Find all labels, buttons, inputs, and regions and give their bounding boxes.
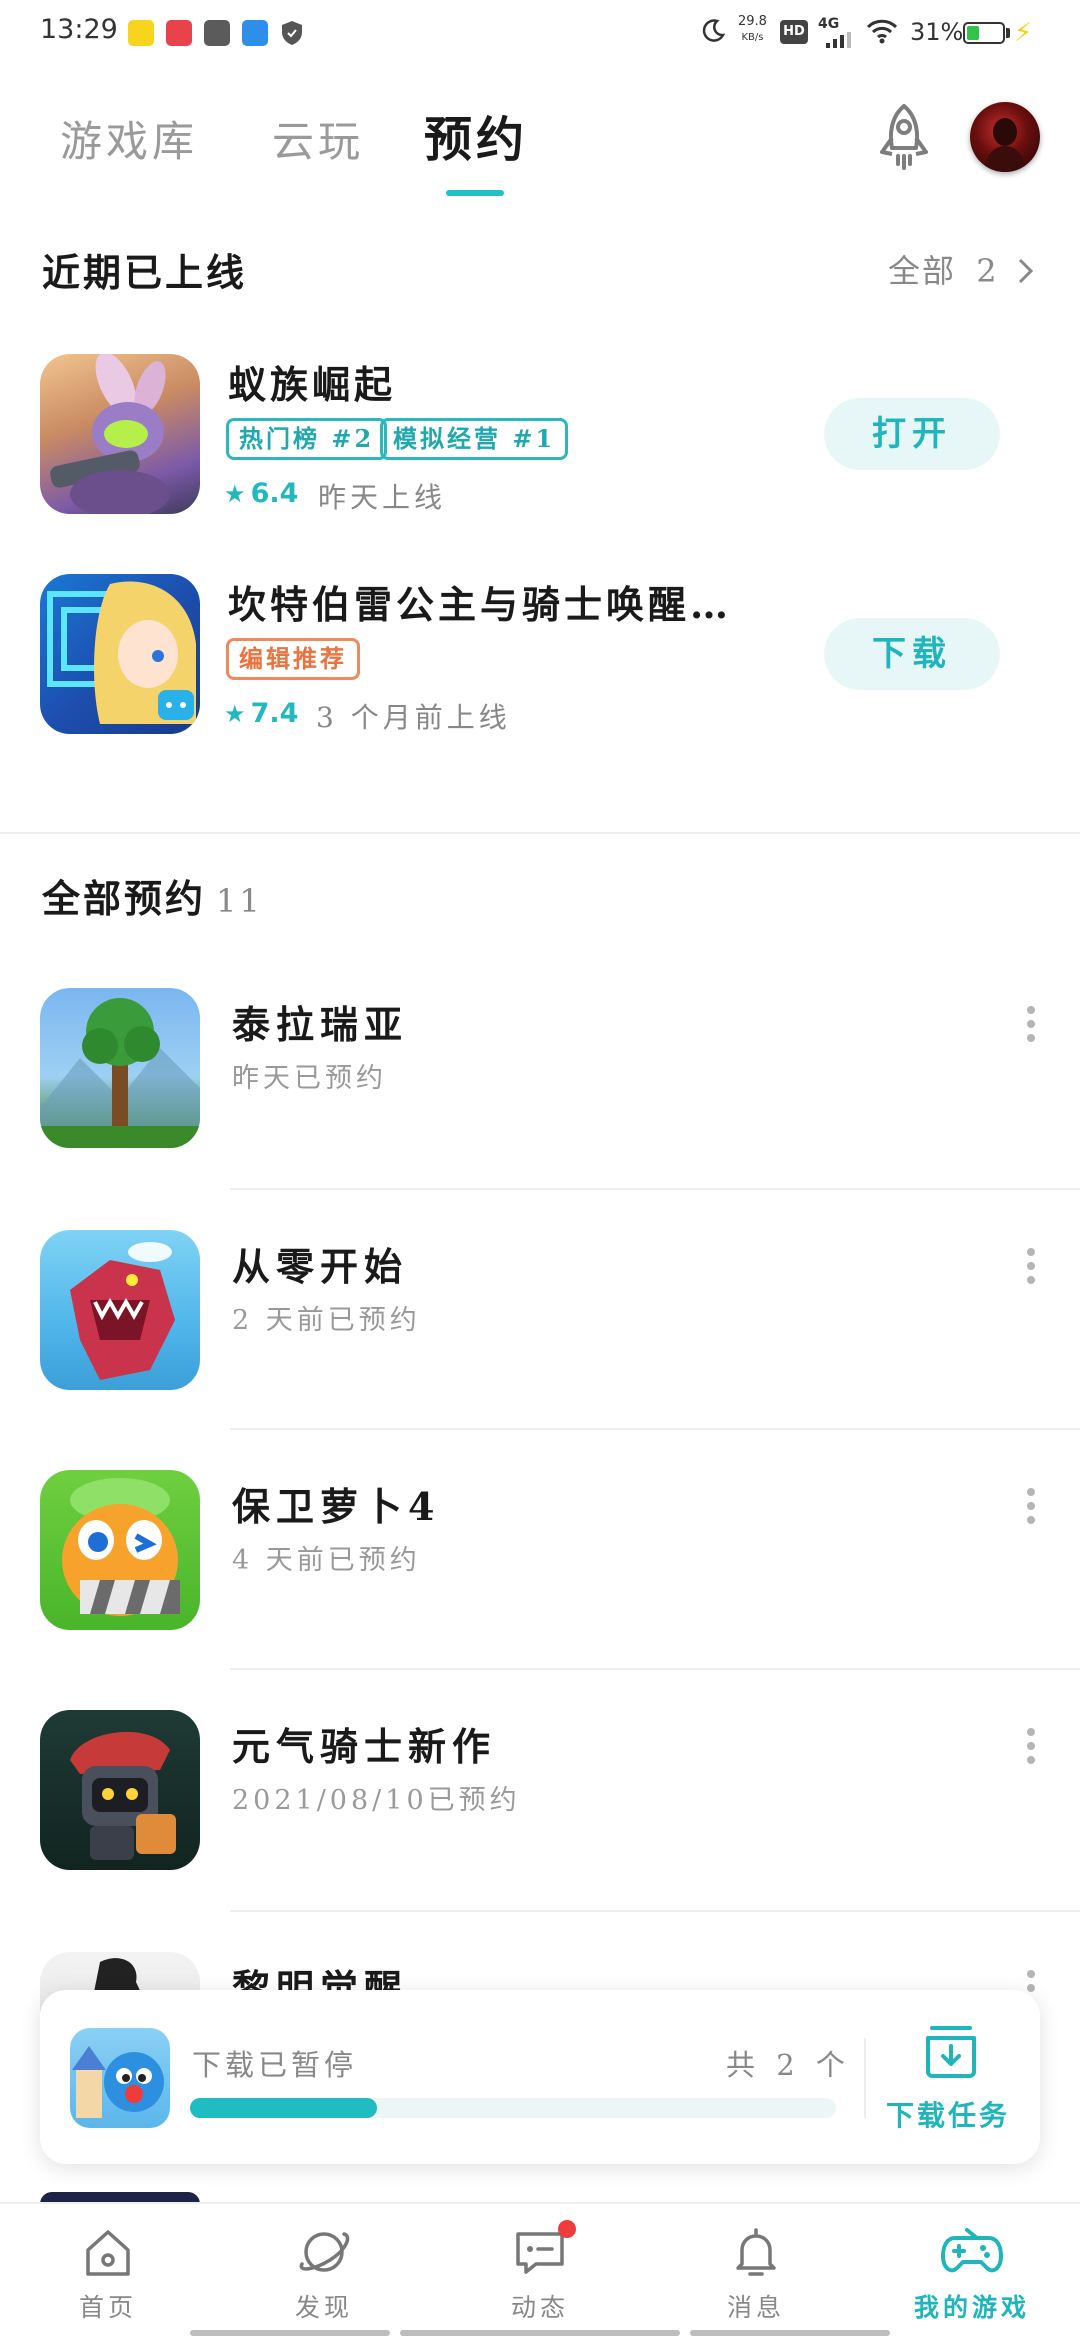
status-bar: 13:29 29.8 KB/s HD 4G 31% ⚡ (0, 0, 1080, 64)
bell-icon (736, 2228, 776, 2276)
nav-label: 首页 (78, 2293, 137, 2322)
list-item[interactable]: 保卫萝卜4 4 天前已预约 (0, 1470, 1080, 1630)
game-icon-soul-knight (40, 1710, 200, 1870)
home-icon (86, 2230, 130, 2276)
tab-cloud-play[interactable]: 云玩 (272, 108, 364, 169)
tag-badge: 热门榜 #2 (226, 418, 388, 460)
more-icon[interactable] (1019, 1728, 1043, 1768)
list-item[interactable]: 泰拉瑞亚 昨天已预约 (0, 988, 1080, 1148)
game-name: 从零开始 (232, 1244, 409, 1289)
game-name: 元气骑士新作 (232, 1724, 497, 1769)
download-count: 共 2 个 (726, 2048, 851, 2082)
notification-heart-icon (166, 20, 192, 46)
download-status: 下载已暂停 (192, 2048, 358, 2082)
chevron-right-icon (1017, 255, 1035, 293)
reserve-time: 2 天前已预约 (232, 1305, 421, 1336)
reserve-time: 4 天前已预约 (232, 1545, 421, 1576)
shield-icon (280, 20, 304, 50)
section-divider (0, 832, 1080, 834)
open-button[interactable]: 打开 (824, 398, 1000, 470)
status-time: 13:29 (40, 14, 118, 45)
nav-label: 动态 (510, 2293, 569, 2322)
wifi-icon (866, 18, 898, 48)
reserve-time: 昨天已预约 (232, 1063, 387, 1094)
game-name: 坎特伯雷公主与骑士唤醒… (228, 582, 733, 627)
nav-home[interactable]: 首页 (0, 2224, 216, 2324)
notification-browser-icon (242, 20, 268, 46)
tag-badge: 模拟经营 #1 (380, 418, 569, 460)
list-item[interactable]: 元气骑士新作 2021/08/10已预约 (0, 1710, 1080, 1870)
nav-messages[interactable]: 消息 (648, 2224, 864, 2324)
list-item[interactable]: 从零开始 2 天前已预约 (0, 1230, 1080, 1390)
tab-reservation[interactable]: 预约 (424, 100, 528, 170)
signal-bars-icon (826, 32, 852, 52)
net-speed: 29.8 KB/s (738, 14, 767, 43)
notification-app-icon (128, 20, 154, 46)
reserve-time: 2021/08/10已预约 (232, 1785, 521, 1816)
gesture-bar (190, 2330, 390, 2336)
tag-badge: 编辑推荐 (226, 638, 360, 680)
rating: ★ 7.4 (224, 698, 299, 729)
nav-label: 消息 (726, 2293, 785, 2322)
more-icon[interactable] (1019, 1248, 1043, 1288)
tab-indicator (446, 190, 504, 196)
download-progress (190, 2098, 836, 2118)
rating: ★ 6.4 (224, 478, 299, 509)
divider (230, 1668, 1080, 1670)
charging-icon: ⚡ (1014, 18, 1033, 48)
star-icon: ★ (224, 700, 246, 728)
nav-feed[interactable]: 动态 (432, 2220, 648, 2324)
release-time: 昨天上线 (318, 481, 447, 514)
star-icon: ★ (224, 480, 246, 508)
divider (230, 1910, 1080, 1912)
tab-game-library[interactable]: 游戏库 (60, 108, 198, 169)
game-icon-ant-empire (40, 354, 200, 514)
avatar[interactable] (970, 102, 1040, 172)
moon-icon (700, 18, 726, 48)
game-name: 蚁族崛起 (228, 362, 397, 407)
game-name: 泰拉瑞亚 (232, 1002, 409, 1047)
notification-badge (558, 2220, 576, 2238)
bottom-nav: 首页 发现 动态 消息 我的游戏 (0, 2202, 1080, 2340)
gamepad-icon (941, 2228, 1003, 2273)
download-progress-fill (190, 2098, 378, 2118)
game-icon-from-zero (40, 1230, 200, 1390)
notification-alipay-icon (204, 20, 230, 46)
battery-icon (963, 22, 1005, 44)
planet-icon (299, 2232, 350, 2272)
more-icon[interactable] (1019, 1006, 1043, 1046)
divider (230, 1188, 1080, 1190)
recent-game-card[interactable]: 蚁族崛起 热门榜 #2 模拟经营 #1 ★ 6.4 昨天上线 打开 (0, 352, 1080, 522)
nav-my-games[interactable]: 我的游戏 (864, 2224, 1080, 2324)
rocket-icon[interactable] (872, 102, 936, 172)
download-tasks-label[interactable]: 下载任务 (886, 2094, 1010, 2134)
download-game-icon (70, 2028, 170, 2128)
battery-percent: 31% (910, 18, 964, 46)
divider (230, 1428, 1080, 1430)
nav-discover[interactable]: 发现 (216, 2224, 432, 2324)
nav-label: 我的游戏 (913, 2293, 1030, 2322)
recent-game-card[interactable]: 坎特伯雷公主与骑士唤醒… 编辑推荐 ★ 7.4 3 个月前上线 下载 (0, 572, 1080, 742)
game-icon-guardian-tales (40, 574, 200, 734)
game-icon-terraria (40, 988, 200, 1148)
download-bar[interactable]: 下载已暂停 共 2 个 下载任务 (40, 1990, 1040, 2164)
reservations-count: 11 (216, 882, 263, 920)
divider (864, 2038, 866, 2118)
reservations-title: 全部预约 11 (42, 876, 263, 921)
nav-label: 发现 (294, 2293, 353, 2322)
recent-section-title: 近期已上线 (42, 250, 248, 295)
game-icon-carrot-fantasy (40, 1470, 200, 1630)
download-tray-icon[interactable] (922, 2022, 980, 2080)
gesture-bar (690, 2330, 890, 2336)
see-all-recent[interactable]: 全部 2 (888, 246, 1035, 293)
game-name: 保卫萝卜4 (232, 1484, 441, 1529)
more-icon[interactable] (1019, 1488, 1043, 1528)
gesture-bar (400, 2330, 680, 2336)
download-button[interactable]: 下载 (824, 618, 1000, 690)
release-time: 3 个月前上线 (316, 701, 511, 734)
signal-icon: 4G (818, 16, 840, 32)
hd-badge: HD (780, 20, 808, 44)
